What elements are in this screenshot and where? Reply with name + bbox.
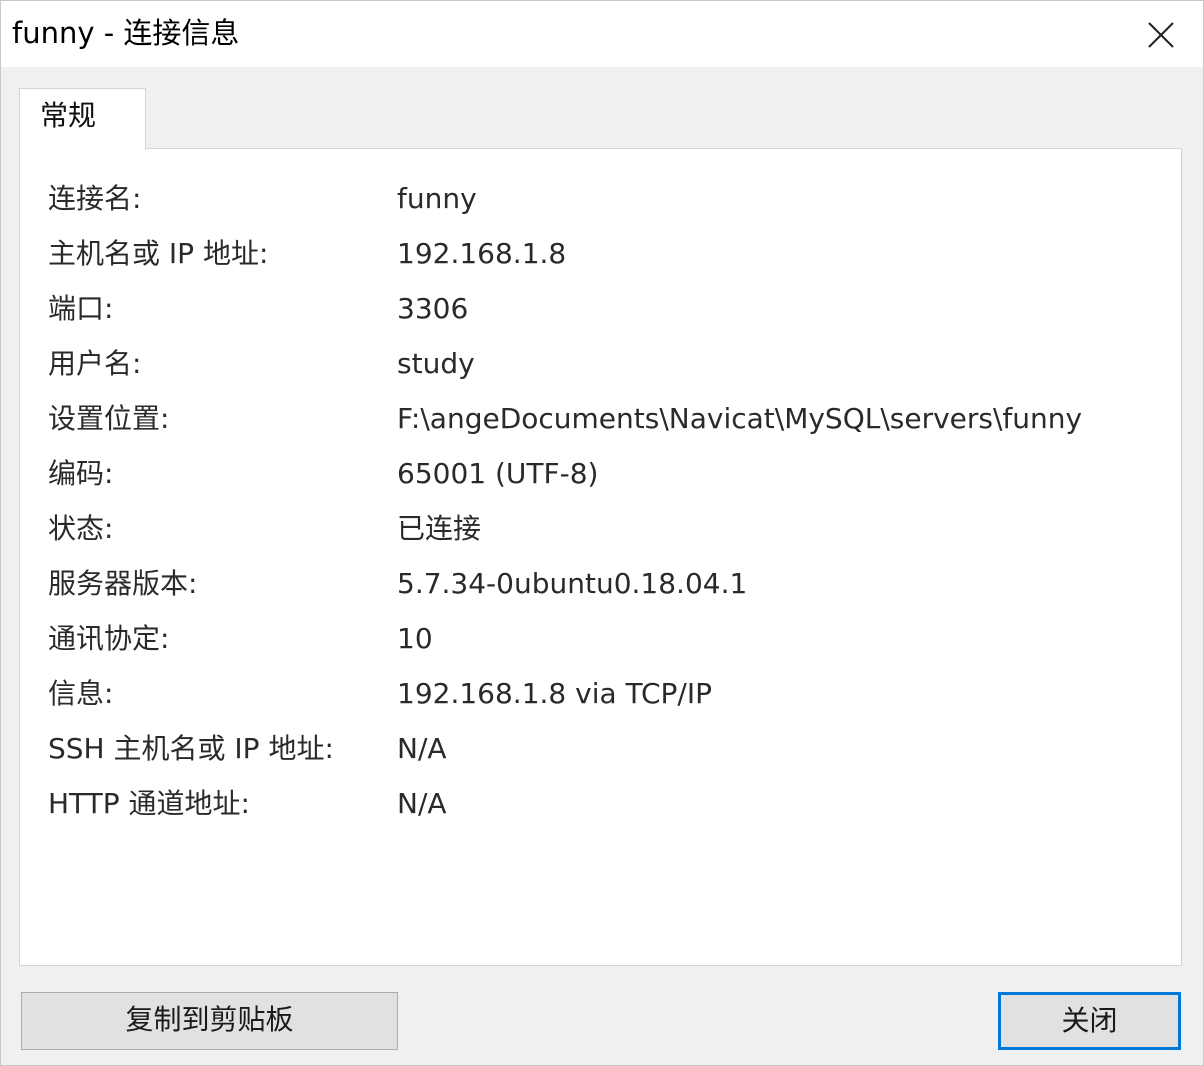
field-value: funny: [397, 182, 477, 215]
close-icon: [1148, 22, 1174, 48]
field-value: 已连接: [397, 512, 482, 545]
field-value: 192.168.1.8: [397, 237, 567, 270]
field-label: 服务器版本:: [48, 567, 198, 600]
field-label: 主机名或 IP 地址:: [48, 237, 269, 270]
field-label: 连接名:: [48, 182, 142, 215]
field-label: 信息:: [48, 677, 114, 710]
field-label: HTTP 通道地址:: [48, 787, 250, 820]
info-row-server-version: 服务器版本: 5.7.34-0ubuntu0.18.04.1: [20, 564, 1180, 604]
info-row-ssh-host: SSH 主机名或 IP 地址: N/A: [20, 729, 1180, 769]
tab-general[interactable]: 常规: [19, 88, 146, 150]
field-label: 端口:: [48, 292, 114, 325]
info-row-connection-name: 连接名: funny: [20, 179, 1180, 219]
info-row-protocol: 通讯协定: 10: [20, 619, 1180, 659]
connection-info-dialog: funny - 连接信息 常规 连接名: funny 主机名或 IP 地址: 1…: [0, 0, 1204, 1066]
info-row-host: 主机名或 IP 地址: 192.168.1.8: [20, 234, 1180, 274]
general-tab-panel: 连接名: funny 主机名或 IP 地址: 192.168.1.8 端口: 3…: [19, 148, 1182, 966]
field-value: 192.168.1.8 via TCP/IP: [397, 677, 712, 710]
field-value: 3306: [397, 292, 469, 325]
field-value: 5.7.34-0ubuntu0.18.04.1: [397, 567, 748, 600]
tab-general-label: 常规: [40, 99, 97, 132]
field-label: 状态:: [48, 512, 114, 545]
field-label: SSH 主机名或 IP 地址:: [48, 732, 334, 765]
info-row-http-tunnel: HTTP 通道地址: N/A: [20, 784, 1180, 824]
field-value: N/A: [397, 787, 447, 820]
field-label: 通讯协定:: [48, 622, 170, 655]
field-value: study: [397, 347, 475, 380]
info-row-status: 状态: 已连接: [20, 509, 1180, 549]
field-value: 65001 (UTF-8): [397, 457, 599, 490]
field-value: 10: [397, 622, 433, 655]
info-row-username: 用户名: study: [20, 344, 1180, 384]
field-value: F:\angeDocuments\Navicat\MySQL\servers\f…: [397, 402, 1083, 435]
field-value: N/A: [397, 732, 447, 765]
copy-to-clipboard-button[interactable]: 复制到剪贴板: [21, 992, 398, 1050]
window-close-button[interactable]: [1131, 11, 1189, 57]
close-button[interactable]: 关闭: [998, 992, 1181, 1050]
field-label: 用户名:: [48, 347, 142, 380]
window-title: funny - 连接信息: [12, 16, 240, 50]
info-row-settings-location: 设置位置: F:\angeDocuments\Navicat\MySQL\ser…: [20, 399, 1180, 439]
info-row-info: 信息: 192.168.1.8 via TCP/IP: [20, 674, 1180, 714]
info-row-port: 端口: 3306: [20, 289, 1180, 329]
field-label: 设置位置:: [48, 402, 170, 435]
field-label: 编码:: [48, 457, 114, 490]
title-bar: funny - 连接信息: [1, 1, 1203, 67]
info-row-encoding: 编码: 65001 (UTF-8): [20, 454, 1180, 494]
